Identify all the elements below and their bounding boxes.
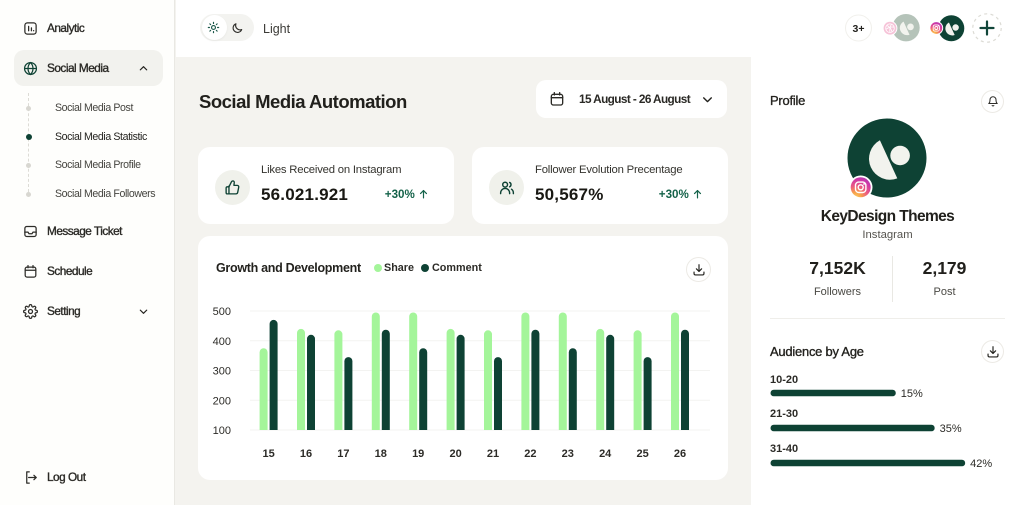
svg-text:26: 26: [674, 448, 686, 460]
svg-text:100: 100: [213, 425, 231, 437]
svg-text:19: 19: [412, 448, 424, 460]
svg-text:35%: 35%: [940, 423, 962, 435]
svg-text:15%: 15%: [901, 388, 923, 400]
svg-text:31-40: 31-40: [770, 443, 798, 455]
svg-text:18: 18: [375, 448, 387, 460]
svg-text:10-20: 10-20: [770, 374, 798, 386]
svg-text:22: 22: [524, 448, 536, 460]
svg-text:200: 200: [213, 395, 231, 407]
svg-text:42%: 42%: [970, 458, 992, 470]
svg-text:16: 16: [300, 448, 312, 460]
svg-text:300: 300: [213, 366, 231, 378]
svg-text:400: 400: [213, 336, 231, 348]
svg-text:20: 20: [449, 448, 461, 460]
svg-text:3+: 3+: [853, 23, 865, 35]
svg-text:15: 15: [262, 448, 274, 460]
svg-text:24: 24: [599, 448, 612, 460]
svg-text:17: 17: [337, 448, 349, 460]
svg-text:500: 500: [213, 306, 231, 318]
svg-text:23: 23: [562, 448, 574, 460]
svg-text:25: 25: [636, 448, 648, 460]
svg-text:21: 21: [487, 448, 499, 460]
svg-text:21-30: 21-30: [770, 408, 798, 420]
